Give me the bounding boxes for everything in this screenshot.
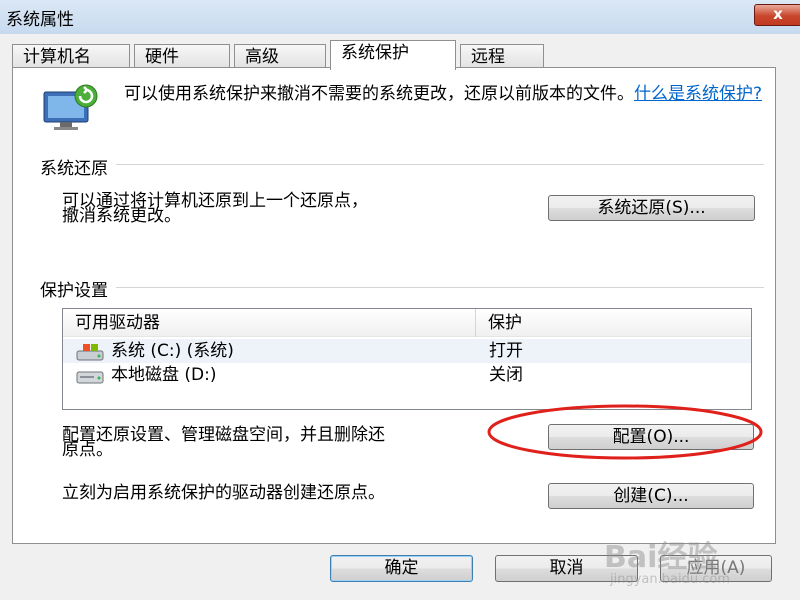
drive-list[interactable]: 可用驱动器 保护 系统 (C:) (系统) 打开 本地磁盘 (D:) 关闭 [62,308,752,410]
system-restore-desc-line2: 撤消系统更改。 [62,206,181,226]
intro-text: 可以使用系统保护来撤消不需要的系统更改，还原以前版本的文件。 [124,84,634,104]
create-button[interactable]: 创建(C)... [548,483,754,509]
configure-desc-line2: 原点。 [62,440,113,460]
drive-protection-status: 关闭 [489,365,523,385]
section-divider [40,287,764,288]
cancel-button[interactable]: 取消 [495,555,638,582]
apply-button[interactable]: 应用(A) [660,555,772,582]
intro-description: 可以使用系统保护来撤消不需要的系统更改，还原以前版本的文件。什么是系统保护? [124,84,764,105]
create-desc: 立刻为启用系统保护的驱动器创建还原点。 [62,483,385,503]
system-restore-button[interactable]: 系统还原(S)... [548,195,755,221]
system-protection-icon [43,84,98,130]
tab-advanced[interactable]: 高级 [234,44,326,68]
column-header-drives[interactable]: 可用驱动器 [63,309,475,337]
hard-disk-icon [76,371,104,384]
drive-protection-status: 打开 [489,341,523,361]
close-button[interactable]: x [754,4,800,26]
tab-panel [12,67,776,544]
system-restore-heading: 系统还原 [40,154,116,179]
tab-remote[interactable]: 远程 [460,44,544,68]
window-title: 系统属性 [6,10,74,30]
system-drive-icon [76,344,104,361]
ok-button[interactable]: 确定 [330,555,473,582]
drive-name: 本地磁盘 (D:) [111,365,217,385]
tab-strip: 计算机名 硬件 高级 系统保护 远程 [0,40,800,70]
protection-settings-heading: 保护设置 [40,276,116,301]
configure-button[interactable]: 配置(O)... [548,424,754,450]
title-bar: 系统属性 x [0,0,800,34]
section-divider [40,164,764,165]
drive-row-c[interactable]: 系统 (C:) (系统) 打开 [63,339,751,363]
what-is-system-protection-link[interactable]: 什么是系统保护? [634,84,762,104]
tab-system-protection[interactable]: 系统保护 [330,40,456,70]
drive-row-d[interactable]: 本地磁盘 (D:) 关闭 [63,363,751,387]
tab-hardware[interactable]: 硬件 [134,44,230,68]
tab-computer-name[interactable]: 计算机名 [12,44,130,68]
drive-name: 系统 (C:) (系统) [111,341,234,361]
column-header-protection[interactable]: 保护 [476,309,751,337]
